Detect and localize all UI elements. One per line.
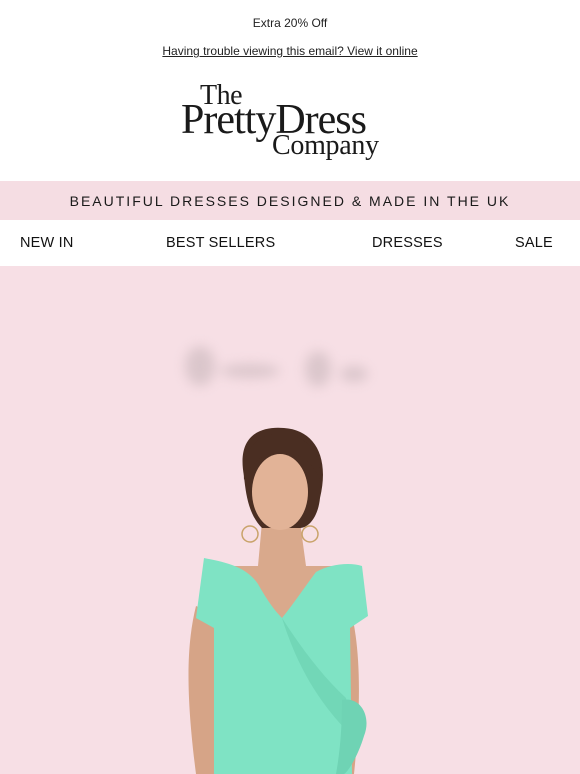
- nav-best-sellers[interactable]: BEST SELLERS: [166, 235, 275, 251]
- nav-dresses[interactable]: DRESSES: [372, 235, 443, 251]
- view-online-row: Having trouble viewing this email? View …: [0, 44, 580, 58]
- nav-sale[interactable]: SALE: [515, 235, 553, 251]
- promo-banner: BEAUTIFUL DRESSES DESIGNED & MADE IN THE…: [0, 181, 580, 220]
- preheader-text: Extra 20% Off: [252, 16, 328, 30]
- model-illustration: [188, 427, 368, 774]
- nav-new-in[interactable]: NEW IN: [20, 235, 74, 251]
- view-online-link[interactable]: Having trouble viewing this email? View …: [162, 44, 417, 58]
- hero-image[interactable]: [0, 266, 580, 774]
- logo-line-company: Company: [272, 130, 379, 161]
- main-nav: NEW IN BEST SELLERS DRESSES SALE: [0, 220, 580, 266]
- brand-logo[interactable]: The PrettyDress Company: [0, 80, 580, 164]
